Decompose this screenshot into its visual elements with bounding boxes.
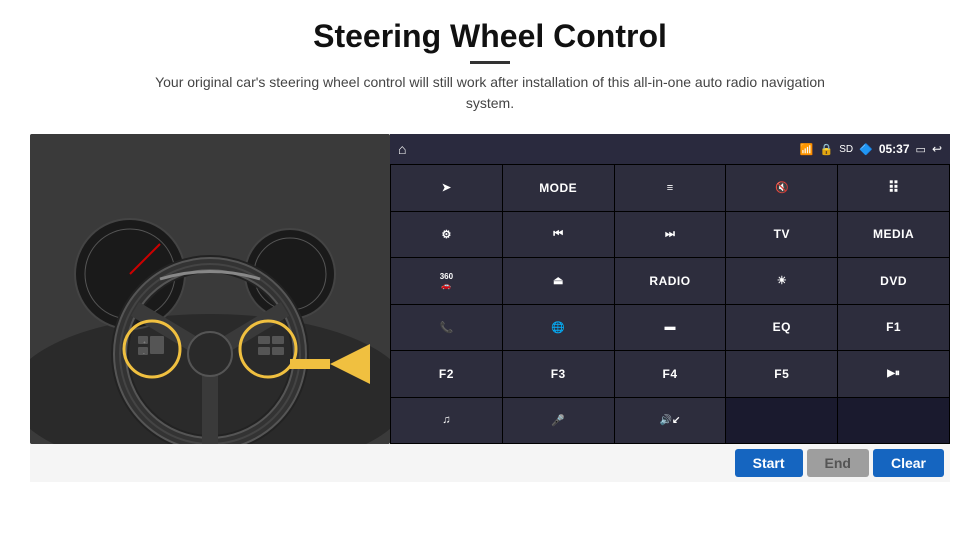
svg-text:+: + [143,341,146,346]
title-section: Steering Wheel Control Your original car… [140,18,840,128]
page-title: Steering Wheel Control [140,18,840,55]
status-right: 📶 🔒 SD 🔷 05:37 ▭ ↩ [800,142,942,156]
music-button[interactable]: ♫ [391,398,502,444]
brightness-button[interactable]: ☀ [726,258,837,304]
f2-button[interactable]: F2 [391,351,502,397]
bluetooth-icon: 🔷 [859,143,873,156]
sd-icon: SD [839,144,853,155]
f4-button[interactable]: F4 [615,351,726,397]
apps-button[interactable]: ⠿ [838,165,949,211]
control-panel: ⌂ 📶 🔒 SD 🔷 05:37 ▭ ↩ ➤ MODE ≡ 🔇 [390,134,950,444]
mic-button[interactable]: 🎤 [503,398,614,444]
eq-button[interactable]: EQ [726,305,837,351]
dvd-button[interactable]: DVD [838,258,949,304]
f1-button[interactable]: F1 [838,305,949,351]
settings-button[interactable]: ⚙ [391,212,502,258]
button-grid: ➤ MODE ≡ 🔇 ⠿ ⚙ ⏮ ⏭ TV MEDIA 360 🚗 ⏏ RADI… [390,164,950,444]
status-bar: ⌂ 📶 🔒 SD 🔷 05:37 ▭ ↩ [390,134,950,164]
action-bar: Start End Clear [30,444,950,482]
subtitle: Your original car's steering wheel contr… [140,72,840,114]
title-divider [470,61,510,64]
browser-button[interactable]: 🌐 [503,305,614,351]
mode-button[interactable]: MODE [503,165,614,211]
f5-button[interactable]: F5 [726,351,837,397]
f3-button[interactable]: F3 [503,351,614,397]
next-button[interactable]: ⏭ [615,212,726,258]
list-button[interactable]: ≡ [615,165,726,211]
playpause-button[interactable]: ▶⏸ [838,351,949,397]
time-display: 05:37 [879,142,910,156]
eject-button[interactable]: ⏏ [503,258,614,304]
home-icon[interactable]: ⌂ [398,141,406,157]
prev-button[interactable]: ⏮ [503,212,614,258]
360-button[interactable]: 360 🚗 [391,258,502,304]
back-icon[interactable]: ↩ [932,142,942,156]
start-button[interactable]: Start [735,449,803,477]
vol-button[interactable]: 🔊↙ [615,398,726,444]
status-left: ⌂ [398,141,406,157]
lock-icon: 🔒 [820,143,834,156]
steering-wheel-image: + - [30,134,390,444]
content-area: + - ⌂ 📶 [30,134,950,444]
empty2 [838,398,949,444]
media-button[interactable]: MEDIA [838,212,949,258]
phone-button[interactable]: 📞 [391,305,502,351]
mute-button[interactable]: 🔇 [726,165,837,211]
clear-button[interactable]: Clear [873,449,944,477]
nav-button[interactable]: ➤ [391,165,502,211]
wifi-icon: 📶 [800,143,814,156]
end-button[interactable]: End [807,449,869,477]
screen-icon: ▭ [916,143,926,156]
empty1 [726,398,837,444]
tv-button[interactable]: TV [726,212,837,258]
radio-button[interactable]: RADIO [615,258,726,304]
screen-button[interactable]: ▬ [615,305,726,351]
page-container: Steering Wheel Control Your original car… [0,0,980,544]
